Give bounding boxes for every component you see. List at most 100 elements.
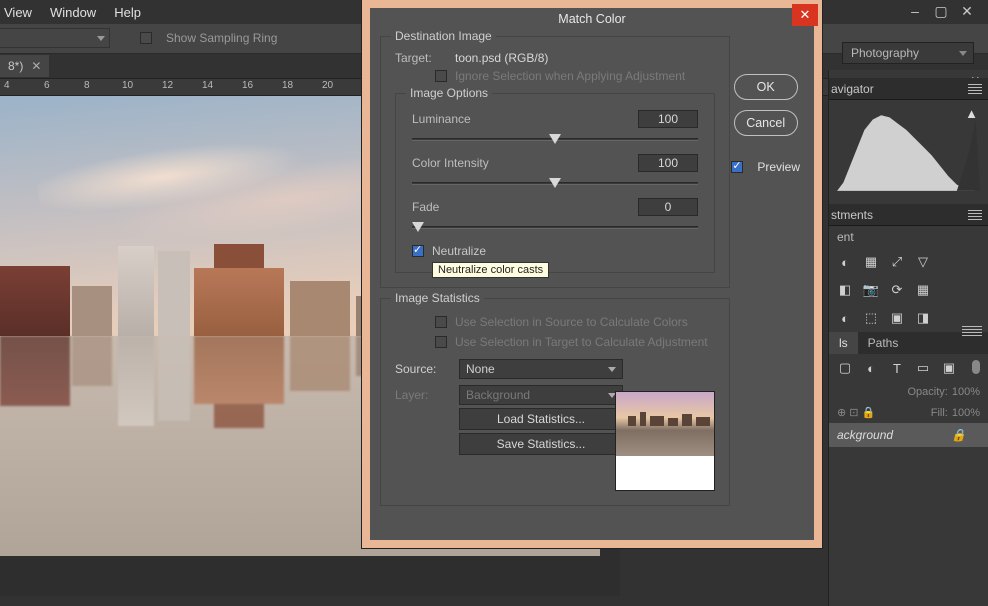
ignore-selection-label: Ignore Selection when Applying Adjustmen… — [455, 69, 685, 83]
dialog-buttons: OK Cancel Preview — [731, 74, 800, 174]
show-sampling-label: Show Sampling Ring — [166, 31, 277, 45]
fill-label: Fill: — [931, 407, 948, 419]
source-thumbnail — [615, 391, 715, 491]
lock-icon[interactable]: 🔒 — [951, 428, 966, 442]
layer-name: ackground — [837, 428, 893, 442]
destination-legend: Destination Image — [391, 29, 496, 43]
dialog-close-button[interactable]: ✕ — [792, 4, 818, 26]
source-dropdown[interactable]: None — [459, 359, 623, 379]
tooltip: Neutralize color casts — [432, 262, 549, 278]
fade-value[interactable]: 0 — [638, 198, 698, 216]
ruler-tick: 4 — [4, 80, 10, 91]
color-intensity-value[interactable]: 100 — [638, 154, 698, 172]
image-options-legend: Image Options — [406, 86, 492, 100]
filter-toggle[interactable] — [972, 360, 980, 374]
target-value: toon.psd (RGB/8) — [455, 51, 548, 65]
neutralize-label: Neutralize — [432, 244, 486, 258]
load-statistics-button[interactable]: Load Statistics... — [459, 408, 623, 430]
adjustment-icons-row2: ◧ 📷 ⟳ ▦ — [829, 276, 988, 304]
panel-menu-icon[interactable] — [962, 326, 982, 336]
brightness-icon[interactable]: ◐ — [837, 254, 853, 270]
filter-smart-icon[interactable]: ▣ — [941, 360, 957, 376]
document-tab[interactable]: 8*) ✕ — [0, 55, 49, 77]
checkbox-icon — [731, 161, 743, 173]
show-sampling-ring-checkbox[interactable]: Show Sampling Ring — [140, 31, 277, 45]
dialog-title: Match Color ✕ — [370, 8, 814, 30]
ruler-tick: 20 — [322, 80, 333, 91]
filter-pixel-icon[interactable]: ▢ — [837, 360, 853, 376]
background-layer[interactable]: ackground 🔒 — [829, 423, 988, 447]
adjustment-icons-row1: ◐ ▦ ⤢ ▽ — [829, 248, 988, 276]
color-intensity-slider[interactable] — [412, 176, 698, 192]
fill-value[interactable]: 100% — [952, 407, 980, 419]
bw-icon[interactable]: ▦ — [915, 282, 931, 298]
panel-menu-icon[interactable] — [968, 84, 982, 94]
lut-icon[interactable]: ▣ — [889, 310, 905, 326]
paths-tab[interactable]: Paths — [858, 332, 909, 354]
fill-row: ⊕ ⊡ 🔒 Fill: 100% — [829, 402, 988, 423]
opacity-row: Opacity: 100% — [829, 382, 988, 402]
layers-paths-tabs: ls Paths — [829, 332, 988, 354]
adjustments-preset: ent — [829, 226, 988, 248]
ruler-tick: 10 — [122, 80, 133, 91]
checkbox-icon — [140, 32, 152, 44]
menu-window[interactable]: Window — [50, 5, 96, 20]
sample-size-dropdown[interactable] — [0, 28, 110, 48]
fade-label: Fade — [412, 200, 439, 214]
checkbox-icon — [435, 70, 447, 82]
preview-label: Preview — [757, 160, 800, 174]
maximize-icon[interactable]: ▢ — [932, 4, 950, 18]
luminance-value[interactable]: 100 — [638, 110, 698, 128]
channel-mixer-icon[interactable]: ⬚ — [863, 310, 879, 326]
image-options-fieldset: Image Options Luminance 100 Color Intens… — [395, 93, 715, 273]
color-intensity-slider-row: Color Intensity 100 — [412, 154, 698, 192]
minimize-icon[interactable]: – — [906, 4, 924, 18]
curves-icon[interactable]: ⤢ — [889, 254, 905, 270]
layer-filter-icons: ▢ ◐ T ▭ ▣ — [829, 354, 988, 382]
menu-help[interactable]: Help — [114, 5, 141, 20]
image-statistics-legend: Image Statistics — [391, 291, 484, 305]
panel-menu-icon[interactable] — [968, 210, 982, 220]
fade-slider[interactable] — [412, 220, 698, 236]
close-icon[interactable]: ✕ — [958, 4, 976, 18]
menu-view[interactable]: View — [4, 5, 32, 20]
use-target-selection-label: Use Selection in Target to Calculate Adj… — [455, 335, 708, 349]
destination-fieldset: Destination Image Target: toon.psd (RGB/… — [380, 36, 730, 288]
ok-button[interactable]: OK — [734, 74, 798, 100]
image-statistics-fieldset: Image Statistics Use Selection in Source… — [380, 298, 730, 506]
ruler-tick: 16 — [242, 80, 253, 91]
neutralize-checkbox[interactable]: Neutralize Neutralize color casts — [412, 244, 698, 258]
filter-type-icon[interactable]: T — [889, 360, 905, 376]
filter-shape-icon[interactable]: ▭ — [915, 360, 931, 376]
invert-icon[interactable]: ◨ — [915, 310, 931, 326]
ruler-tick: 12 — [162, 80, 173, 91]
filter-adjust-icon[interactable]: ◐ — [863, 360, 879, 376]
opacity-value[interactable]: 100% — [952, 386, 980, 398]
save-statistics-button[interactable]: Save Statistics... — [459, 433, 623, 455]
adjustments-panel-tab[interactable]: stments — [829, 204, 988, 226]
color-balance-icon[interactable]: ⟳ — [889, 282, 905, 298]
preview-checkbox[interactable]: Preview — [731, 160, 800, 174]
cancel-button[interactable]: Cancel — [734, 110, 798, 136]
navigator-panel-tab[interactable]: avigator — [829, 78, 988, 100]
exposure-icon[interactable]: ▽ — [915, 254, 931, 270]
luminance-label: Luminance — [412, 112, 471, 126]
tab-close-icon[interactable]: ✕ — [31, 59, 41, 73]
ruler-tick: 8 — [84, 80, 90, 91]
match-color-dialog: Match Color ✕ OK Cancel Preview Destinat… — [362, 0, 822, 548]
luminance-slider[interactable] — [412, 132, 698, 148]
hue-icon[interactable]: 📷 — [863, 282, 879, 298]
warning-icon[interactable]: ▲ — [965, 106, 978, 121]
color-intensity-label: Color Intensity — [412, 156, 489, 170]
histogram: ▲ — [829, 100, 988, 204]
workspace-dropdown[interactable]: Photography — [842, 42, 974, 64]
layers-tab[interactable]: ls — [829, 332, 858, 354]
use-source-selection-label: Use Selection in Source to Calculate Col… — [455, 315, 688, 329]
window-controls: – ▢ ✕ — [906, 4, 976, 18]
workspace-label: Photography — [851, 46, 919, 60]
opacity-label: Opacity: — [908, 386, 948, 398]
photo-filter-icon[interactable]: ◐ — [837, 310, 853, 326]
levels-icon[interactable]: ▦ — [863, 254, 879, 270]
histogram-graph — [835, 106, 982, 196]
vibrance-icon[interactable]: ◧ — [837, 282, 853, 298]
